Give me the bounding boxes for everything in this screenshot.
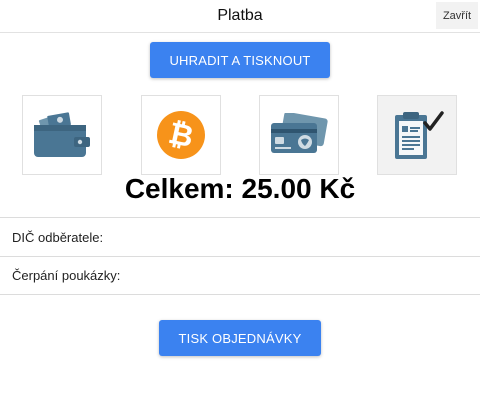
total-value: 25.00 Kč bbox=[241, 173, 356, 204]
pay-and-print-button[interactable]: UHRADIT A TISKNOUT bbox=[150, 42, 330, 78]
divider bbox=[0, 256, 480, 257]
header-bar: Platba Zavřít bbox=[0, 0, 480, 33]
page-title: Platba bbox=[217, 7, 263, 24]
cards-icon bbox=[271, 113, 328, 153]
invoice-clipboard-icon bbox=[395, 111, 444, 159]
payment-method-card[interactable] bbox=[259, 95, 339, 175]
payment-method-invoice[interactable] bbox=[377, 95, 457, 175]
total-amount: Celkem: 25.00 Kč bbox=[0, 173, 480, 205]
voucher-field[interactable]: Čerpání poukázky: bbox=[12, 268, 120, 283]
payment-method-cash[interactable] bbox=[22, 95, 102, 175]
divider bbox=[0, 294, 480, 295]
divider bbox=[0, 217, 480, 218]
bitcoin-icon: ₿ bbox=[157, 111, 205, 159]
total-label: Celkem: bbox=[124, 173, 234, 204]
print-order-button[interactable]: TISK OBJEDNÁVKY bbox=[159, 320, 321, 356]
dic-field[interactable]: DIČ odběratele: bbox=[12, 230, 103, 245]
wallet-icon bbox=[34, 112, 90, 157]
payment-method-bitcoin[interactable]: ₿ bbox=[141, 95, 221, 175]
close-button[interactable]: Zavřít bbox=[436, 2, 478, 29]
